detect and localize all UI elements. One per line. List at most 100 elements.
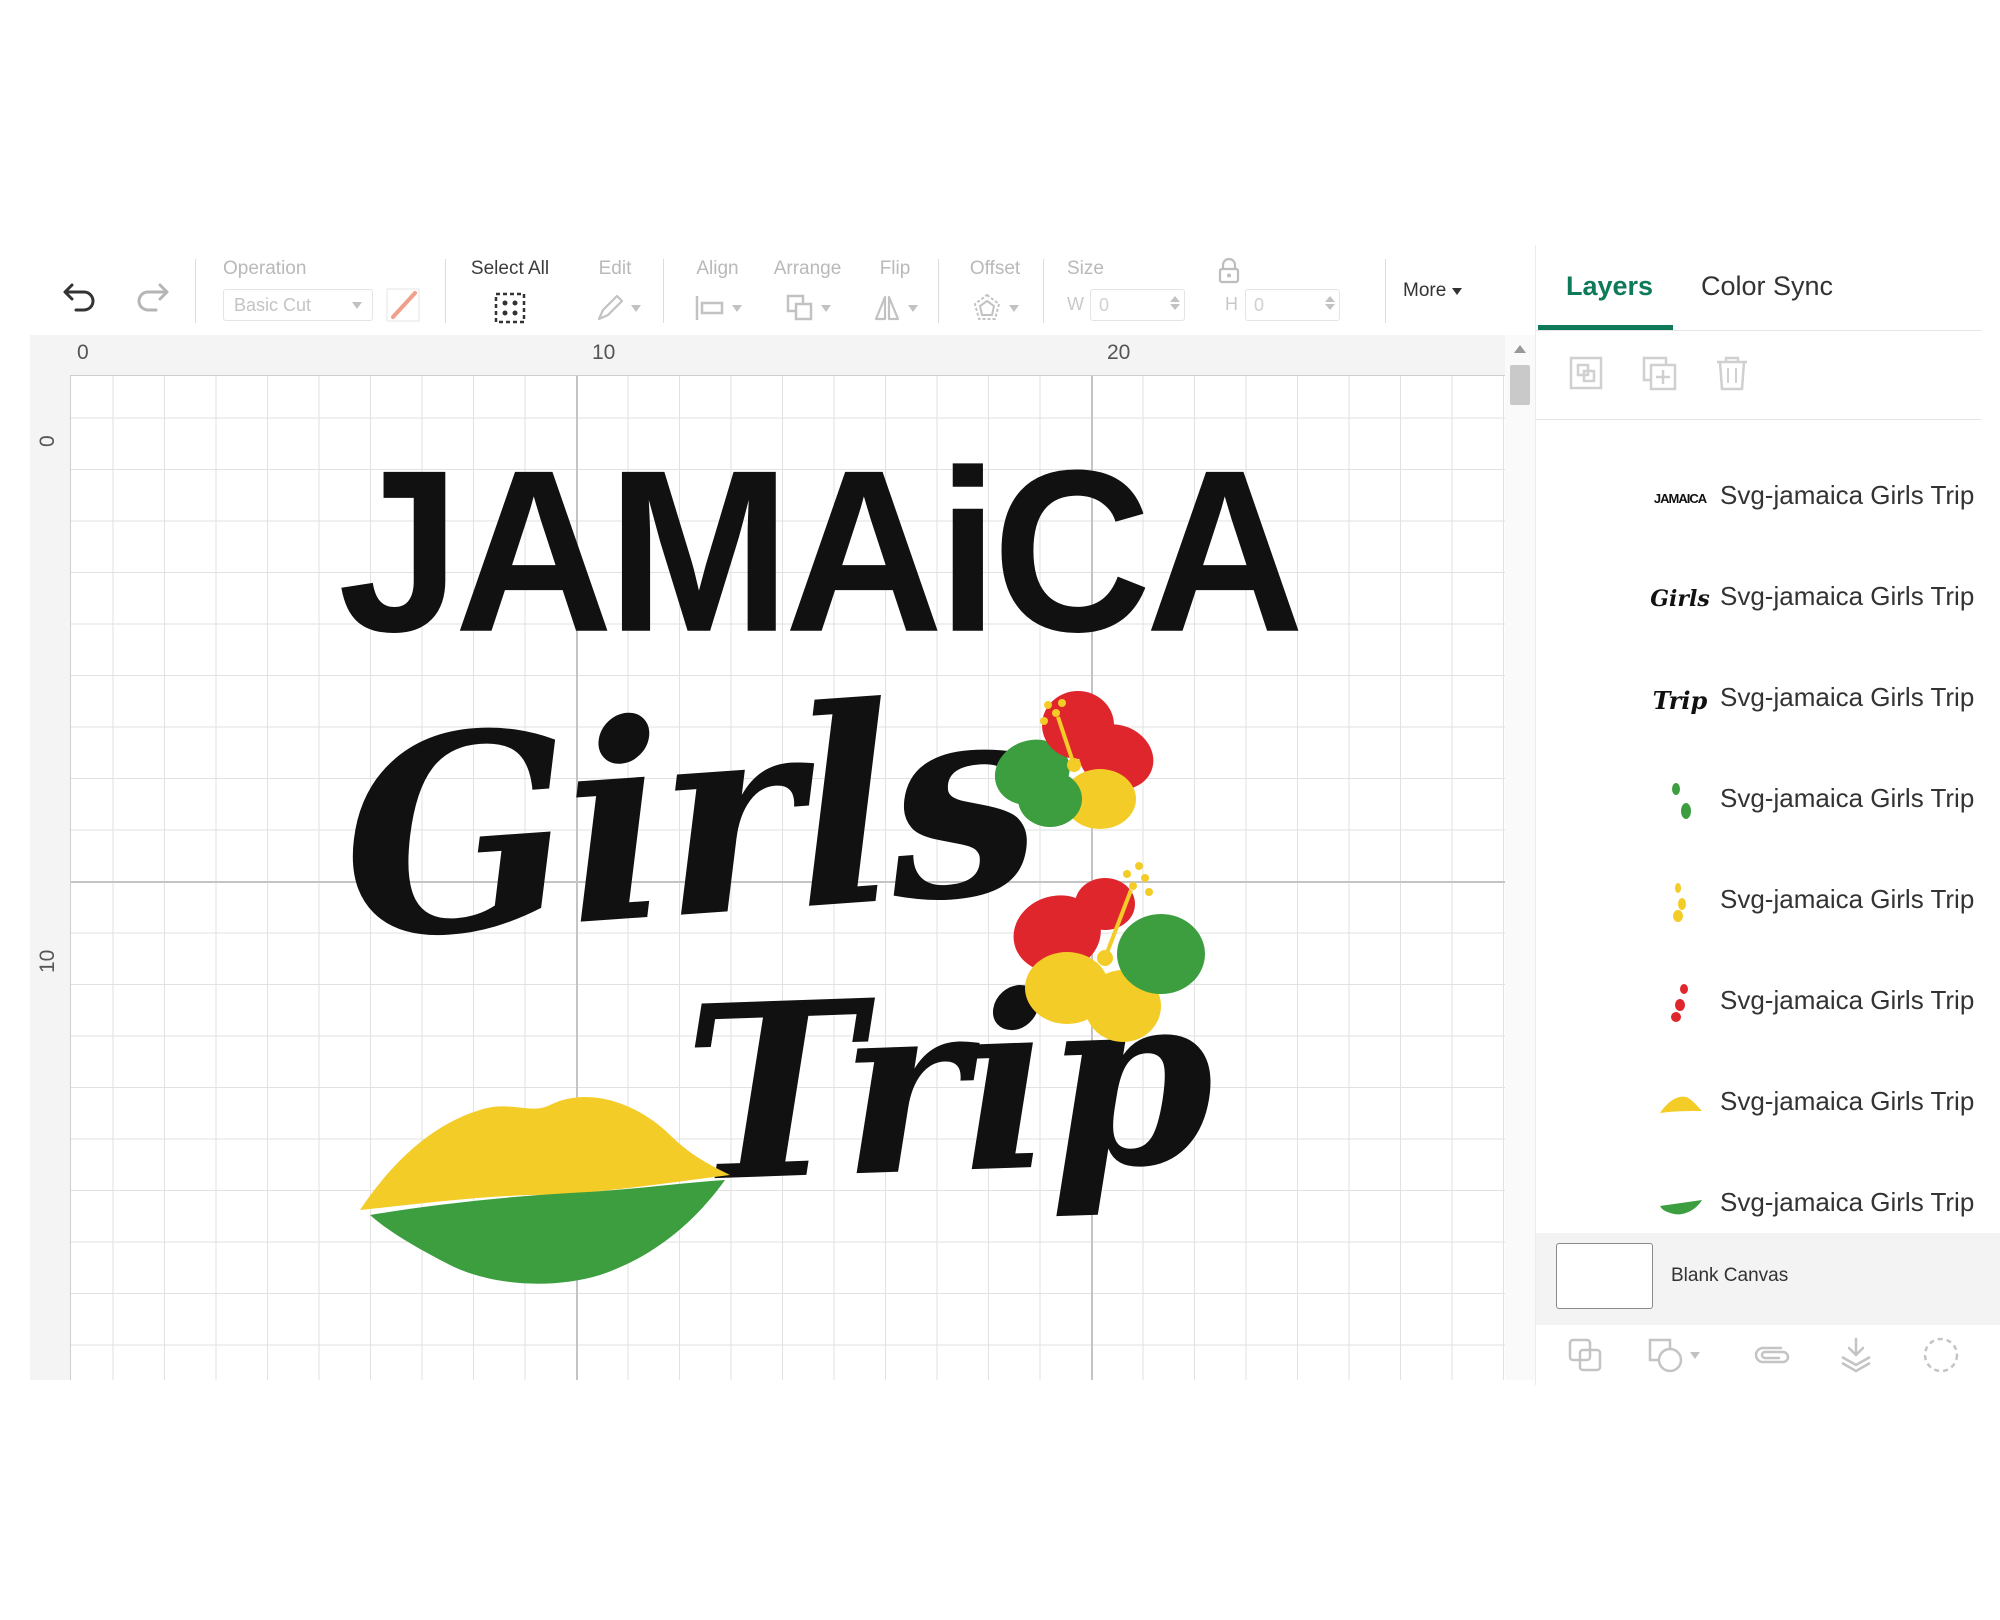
width-value: 0: [1099, 295, 1110, 315]
contour-button[interactable]: [1921, 1335, 1965, 1375]
operation-select[interactable]: Basic Cut: [223, 289, 373, 321]
duplicate-icon[interactable]: [1639, 353, 1679, 393]
blank-canvas-row[interactable]: Blank Canvas: [1536, 1233, 2000, 1325]
layer-item[interactable]: Trip Svg-jamaica Girls Trip: [1536, 650, 1981, 750]
more-label: More: [1403, 280, 1447, 301]
chevron-down-icon: [1009, 304, 1019, 312]
layer-name: Svg-jamaica Girls Trip: [1720, 581, 1975, 611]
more-control: More: [1403, 280, 1463, 302]
layer-name: Svg-jamaica Girls Trip: [1720, 1187, 1975, 1217]
height-stepper[interactable]: [1325, 294, 1335, 312]
pen-color-icon[interactable]: [385, 287, 421, 323]
tab-layers[interactable]: Layers: [1566, 271, 1653, 302]
chevron-down-icon: [731, 304, 742, 312]
scroll-thumb[interactable]: [1510, 365, 1530, 405]
tab-color-sync[interactable]: Color Sync: [1701, 271, 1833, 302]
combine-icon: [1648, 1338, 1683, 1373]
width-label: W: [1067, 294, 1084, 314]
edit-control: [583, 290, 653, 326]
align-icon: [695, 296, 723, 320]
design-canvas[interactable]: 0 10 20 0 10 JAMAiCA Girls Trip: [30, 335, 1535, 1380]
height-value: 0: [1254, 295, 1265, 315]
attach-button[interactable]: [1751, 1335, 1795, 1375]
select-all-button[interactable]: Select All: [460, 245, 560, 335]
vertical-scrollbar[interactable]: [1505, 335, 1535, 1380]
green-lip-thumb: [1654, 1183, 1706, 1227]
width-input[interactable]: 0: [1090, 289, 1185, 321]
layer-item[interactable]: JAMAICA Svg-jamaica Girls Trip: [1536, 448, 1981, 548]
red-petals-thumb: [1654, 981, 1706, 1025]
design-artwork[interactable]: JAMAiCA Girls Trip: [30, 335, 1535, 1380]
flip-control: [860, 290, 930, 326]
layer-name: Svg-jamaica Girls Trip: [1720, 480, 1975, 510]
size-group: Size W 0 H 0: [1055, 245, 1380, 335]
attach-icon: [1754, 1346, 1790, 1364]
layer-item[interactable]: Svg-jamaica Girls Trip: [1536, 751, 1981, 851]
layer-item[interactable]: Girls Svg-jamaica Girls Trip: [1536, 549, 1981, 649]
flatten-button[interactable]: [1836, 1335, 1880, 1375]
layer-name: Svg-jamaica Girls Trip: [1720, 884, 1975, 914]
arrange-button[interactable]: Arrange: [765, 245, 850, 335]
toolbar-divider: [1385, 259, 1386, 323]
edit-label: Edit: [598, 258, 632, 279]
align-label: Align: [696, 258, 739, 279]
width-stepper[interactable]: [1170, 294, 1180, 312]
pencil-icon: [597, 294, 624, 321]
edit-button[interactable]: Edit: [575, 245, 655, 335]
select-all-icon: [494, 292, 526, 324]
height-input[interactable]: 0: [1245, 289, 1340, 321]
align-button[interactable]: Align: [680, 245, 755, 335]
active-tab-indicator: [1538, 325, 1673, 330]
toolbar-divider: [195, 259, 196, 323]
hibiscus-icon[interactable]: [986, 691, 1163, 829]
arrange-label: Arrange: [773, 258, 842, 279]
chevron-down-icon: [1452, 287, 1463, 295]
layers-panel: Layers Color Sync JAMAICA Svg-jamaica Gi…: [1535, 245, 2000, 1385]
layer-item[interactable]: Svg-jamaica Girls Trip: [1536, 953, 1981, 1053]
flip-button[interactable]: Flip: [860, 245, 930, 335]
more-button[interactable]: More: [1395, 245, 1475, 335]
chevron-down-icon: [631, 304, 641, 312]
align-control: [680, 290, 755, 326]
toolbar: Operation Basic Cut Select All Edit Alig…: [30, 245, 1530, 335]
lock-icon[interactable]: [1217, 257, 1241, 285]
layer-item[interactable]: Svg-jamaica Girls Trip: [1536, 1155, 1981, 1230]
group-icon[interactable]: [1566, 353, 1606, 393]
trip-text-thumb: Trip: [1652, 685, 1708, 715]
hibiscus-icon[interactable]: [1005, 862, 1205, 1042]
undo-button[interactable]: [50, 245, 110, 335]
slice-button[interactable]: [1566, 1335, 1610, 1375]
flip-icon: [874, 295, 900, 321]
arrange-icon: [786, 294, 812, 321]
layer-item[interactable]: Svg-jamaica Girls Trip: [1536, 852, 1981, 952]
redo-icon: [137, 283, 169, 312]
delete-icon[interactable]: [1712, 353, 1752, 393]
offset-icon: [973, 293, 1001, 320]
lips-icon[interactable]: [360, 1096, 730, 1284]
canvas-swatch[interactable]: [1556, 1243, 1653, 1309]
chevron-down-icon: [1690, 1351, 1700, 1359]
combine-button[interactable]: [1646, 1335, 1706, 1375]
arrange-control: [765, 290, 850, 326]
scroll-up-icon[interactable]: [1514, 345, 1526, 353]
flip-label: Flip: [879, 258, 911, 279]
offset-button[interactable]: Offset: [955, 245, 1035, 335]
panel-tabs: Layers Color Sync: [1536, 245, 1981, 331]
redo-button[interactable]: [122, 245, 182, 335]
toolbar-divider: [663, 259, 664, 323]
toolbar-divider: [938, 259, 939, 323]
chevron-down-icon: [352, 302, 362, 309]
chevron-down-icon: [820, 304, 831, 312]
toolbar-divider: [445, 259, 446, 323]
blank-canvas-label: Blank Canvas: [1671, 1265, 1789, 1286]
layer-name: Svg-jamaica Girls Trip: [1720, 1086, 1975, 1116]
height-label: H: [1225, 294, 1238, 314]
layer-name: Svg-jamaica Girls Trip: [1720, 985, 1975, 1015]
decorations: [360, 691, 1205, 1284]
slice-icon: [1568, 1338, 1602, 1372]
layer-item[interactable]: Svg-jamaica Girls Trip: [1536, 1054, 1981, 1154]
select-all-label: Select All: [470, 258, 550, 279]
flatten-icon: [1841, 1337, 1871, 1373]
yellow-lip-thumb: [1654, 1082, 1706, 1126]
girls-text-thumb: Girls: [1650, 586, 1710, 612]
